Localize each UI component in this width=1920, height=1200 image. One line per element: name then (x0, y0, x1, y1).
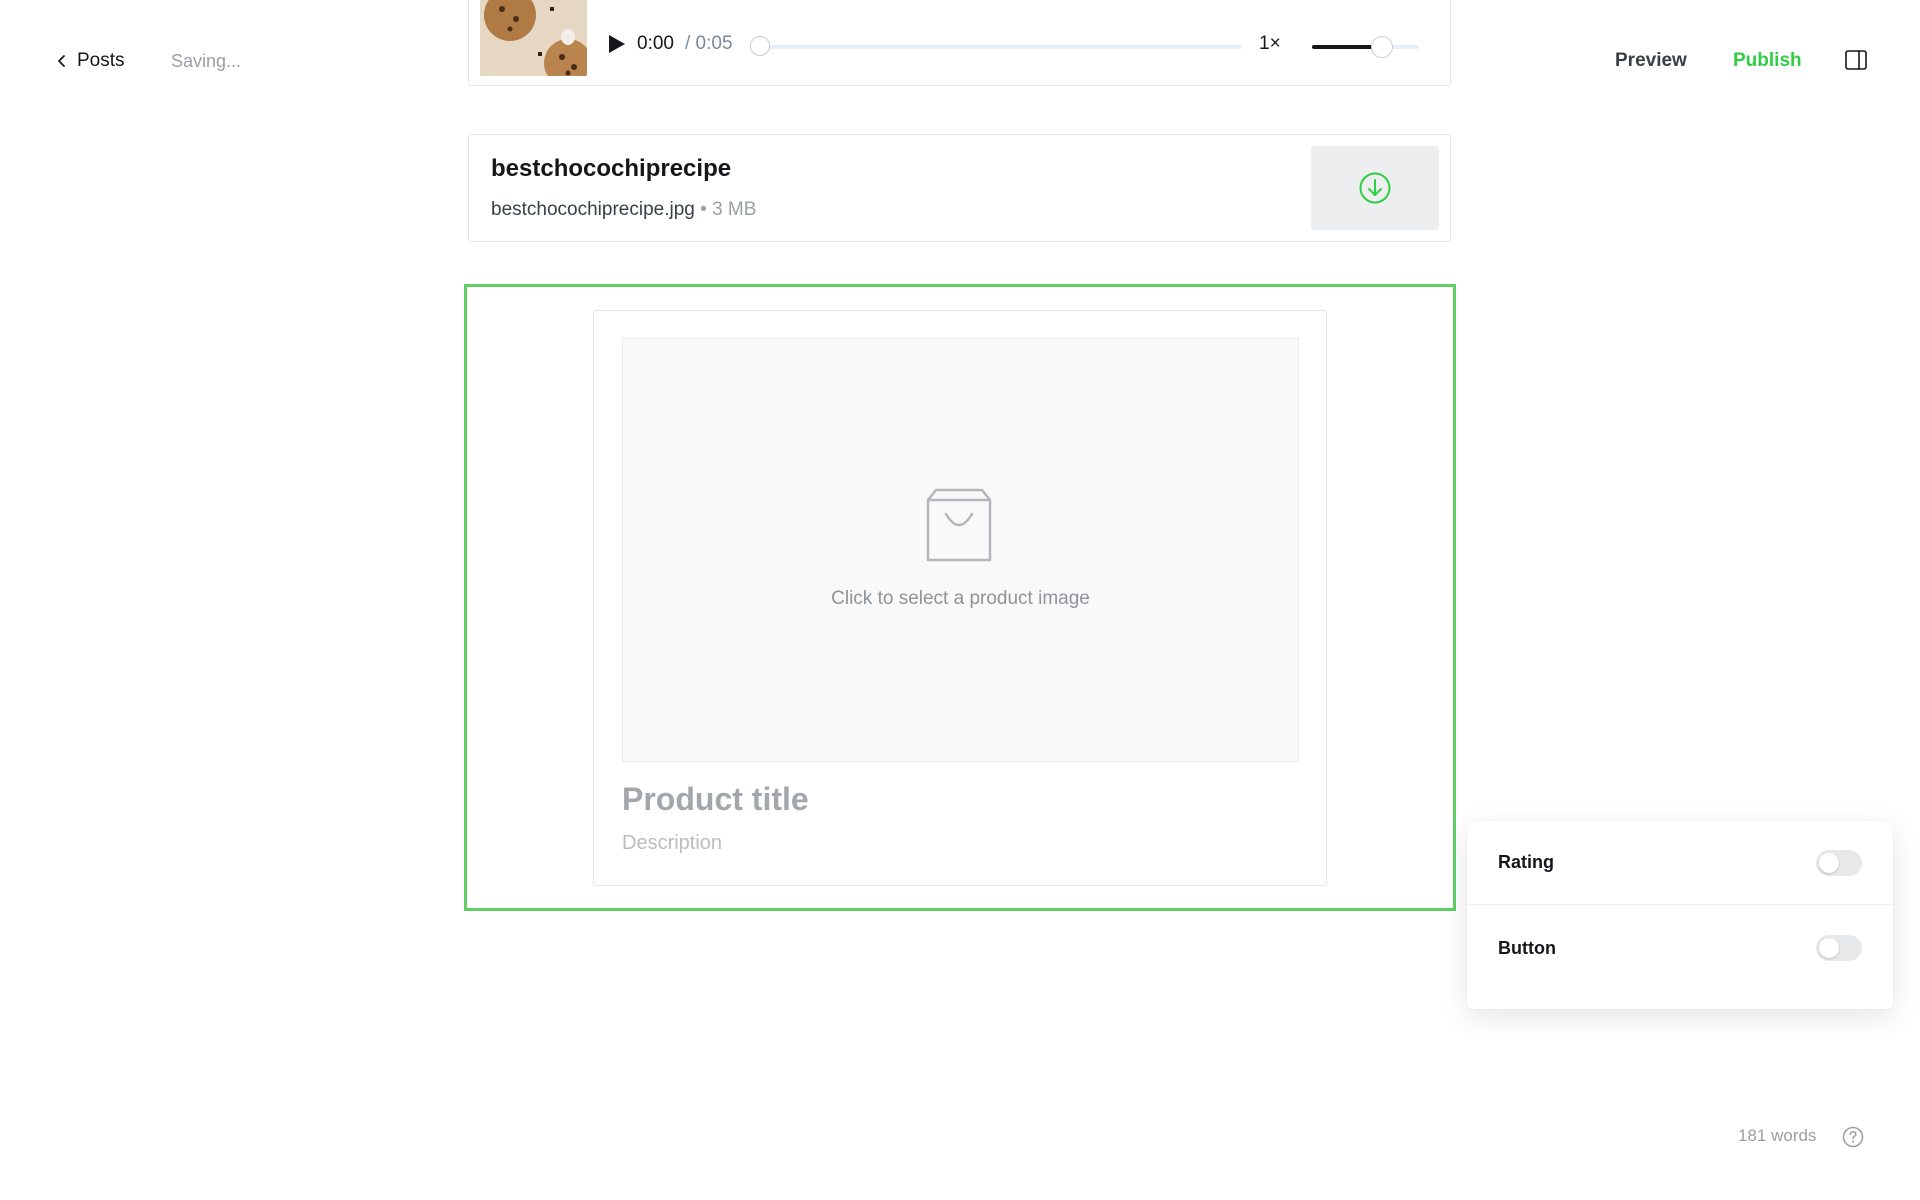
file-size: 3 MB (712, 199, 757, 220)
save-status: Saving... (171, 51, 242, 71)
settings-sidebar-toggle[interactable] (1845, 50, 1867, 75)
volume-handle[interactable] (1371, 36, 1393, 58)
product-image-picker[interactable]: Click to select a product image (622, 338, 1299, 762)
rating-toggle[interactable] (1816, 849, 1862, 876)
shopping-bag-icon (926, 488, 992, 562)
duration: / 0:05 (685, 33, 733, 54)
setting-row-button: Button (1467, 906, 1893, 990)
file-meta: bestchocochiprecipe.jpg • 3 MB (491, 199, 756, 221)
audio-thumbnail (480, 0, 587, 76)
audio-card: 0:00 / 0:05 1× (468, 0, 1451, 86)
preview-button[interactable]: Preview (1615, 50, 1687, 72)
file-title[interactable]: bestchocochiprecipe (491, 155, 731, 183)
toggle-knob (1819, 938, 1839, 958)
download-circle-icon (1359, 172, 1391, 204)
current-time: 0:00 (637, 33, 674, 54)
download-button[interactable] (1311, 146, 1439, 230)
product-description-input[interactable]: Description (622, 832, 722, 855)
back-link-label: Posts (77, 50, 125, 71)
play-icon (609, 35, 625, 53)
word-count: 181 words (1738, 1126, 1817, 1145)
back-to-posts-link[interactable]: Posts (57, 50, 125, 72)
file-card: bestchocochiprecipe bestchocochiprecipe.… (468, 134, 1451, 242)
publish-button[interactable]: Publish (1733, 50, 1802, 72)
toggle-knob (1819, 852, 1839, 873)
help-circle-icon (1842, 1126, 1864, 1148)
product-settings-panel: Rating Button (1467, 821, 1893, 1009)
button-toggle[interactable] (1816, 935, 1862, 961)
seek-bar[interactable] (759, 45, 1242, 49)
rating-label: Rating (1498, 852, 1554, 872)
seek-handle[interactable] (750, 36, 770, 56)
chevron-left-icon (58, 55, 65, 67)
sidebar-panel-icon (1845, 50, 1867, 70)
file-name: bestchocochiprecipe.jpg (491, 199, 695, 220)
cookies-thumbnail-image (480, 0, 587, 76)
button-label: Button (1498, 937, 1556, 958)
help-button[interactable] (1842, 1126, 1864, 1153)
meta-separator: • (700, 199, 707, 220)
play-button[interactable] (607, 33, 627, 60)
playback-speed-button[interactable]: 1× (1259, 33, 1281, 55)
product-card[interactable]: Click to select a product image Product … (593, 310, 1327, 886)
setting-row-rating: Rating (1467, 821, 1893, 905)
product-title-input[interactable]: Product title (622, 781, 809, 818)
product-image-hint: Click to select a product image (831, 588, 1090, 609)
